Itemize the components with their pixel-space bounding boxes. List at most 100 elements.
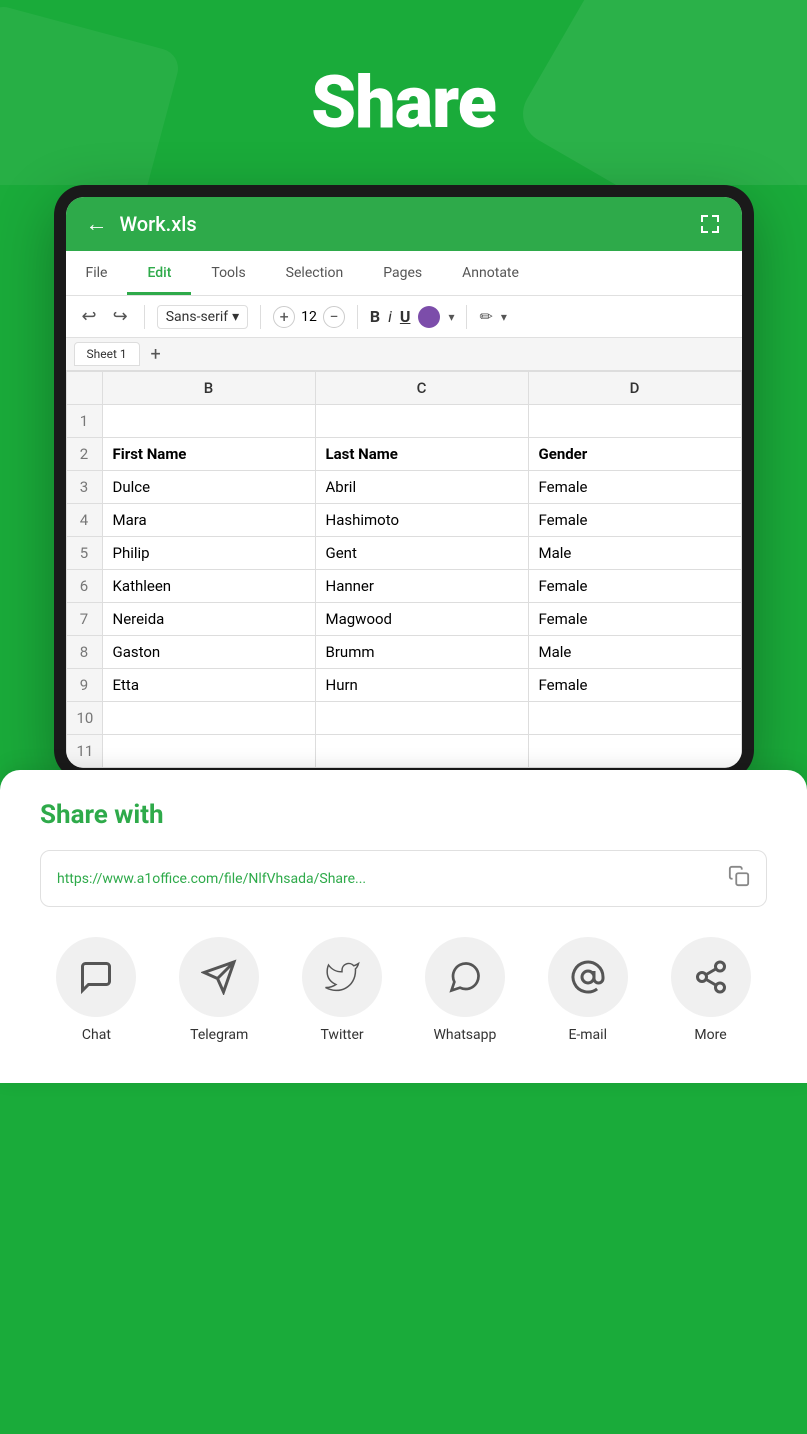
share-with-title: Share with (40, 800, 767, 830)
font-selector[interactable]: Sans-serif ▾ (157, 305, 248, 329)
more-icon (671, 937, 751, 1017)
row-num: 9 (66, 669, 102, 702)
row-num: 11 (66, 735, 102, 768)
table-cell[interactable]: Magwood (315, 603, 528, 636)
table-cell[interactable] (102, 702, 315, 735)
tab-tools[interactable]: Tools (191, 251, 265, 295)
undo-button[interactable]: ↩ (78, 304, 101, 329)
share-app-telegram[interactable]: Telegram (163, 937, 276, 1043)
table-cell[interactable]: First Name (102, 438, 315, 471)
chat-icon-svg (78, 959, 114, 995)
header-area: Share (0, 0, 807, 185)
pen-button[interactable]: ✏ (479, 307, 492, 326)
table-cell[interactable]: Brumm (315, 636, 528, 669)
table-cell[interactable]: Kathleen (102, 570, 315, 603)
table-cell[interactable]: Female (528, 570, 741, 603)
table-cell[interactable] (315, 735, 528, 768)
bold-button[interactable]: B (370, 307, 380, 326)
spreadsheet: B C D 1 2 First Name Last N (66, 371, 742, 768)
table-cell[interactable]: Last Name (315, 438, 528, 471)
table-cell[interactable]: Male (528, 537, 741, 570)
table-cell[interactable] (102, 405, 315, 438)
font-size-decrease[interactable]: − (323, 306, 345, 328)
row-num: 3 (66, 471, 102, 504)
table-cell[interactable]: Female (528, 504, 741, 537)
table-cell[interactable]: Etta (102, 669, 315, 702)
more-icon-svg (693, 959, 729, 995)
text-color-button[interactable] (418, 306, 440, 328)
tablet-screen: ← Work.xls File Edit Tools Selection Pag… (66, 197, 742, 768)
page-title: Share (311, 60, 496, 145)
chat-icon (56, 937, 136, 1017)
table-cell[interactable]: Female (528, 669, 741, 702)
row-num: 6 (66, 570, 102, 603)
app-bar-left: ← Work.xls (86, 211, 197, 237)
tab-file[interactable]: File (66, 251, 128, 295)
tab-annotate[interactable]: Annotate (442, 251, 539, 295)
table-cell[interactable]: Hashimoto (315, 504, 528, 537)
share-panel: Share with https://www.a1office.com/file… (0, 770, 807, 1083)
whatsapp-icon-svg (447, 959, 483, 995)
font-name: Sans-serif (166, 309, 228, 325)
table-row: 6 Kathleen Hanner Female (66, 570, 741, 603)
copy-button[interactable] (728, 865, 750, 892)
pen-dropdown-icon[interactable]: ▾ (501, 310, 507, 324)
toolbar-divider-4 (466, 305, 467, 329)
share-app-more[interactable]: More (654, 937, 767, 1043)
redo-button[interactable]: ↪ (109, 304, 132, 329)
email-label: E-mail (568, 1027, 607, 1043)
color-dropdown-icon[interactable]: ▾ (448, 310, 454, 324)
font-size-value: 12 (301, 309, 317, 325)
table-cell[interactable]: Female (528, 603, 741, 636)
toolbar-divider-3 (357, 305, 358, 329)
row-num: 7 (66, 603, 102, 636)
sheet-tab-1[interactable]: Sheet 1 (74, 342, 140, 366)
share-app-twitter[interactable]: Twitter (286, 937, 399, 1043)
expand-button[interactable] (698, 212, 722, 236)
table-cell[interactable]: Gender (528, 438, 741, 471)
row-num: 5 (66, 537, 102, 570)
tab-selection[interactable]: Selection (266, 251, 364, 295)
table-cell[interactable]: Abril (315, 471, 528, 504)
sheet-tabs: Sheet 1 + (66, 338, 742, 371)
twitter-icon (302, 937, 382, 1017)
add-sheet-button[interactable]: + (144, 342, 168, 366)
table-cell[interactable] (528, 735, 741, 768)
table-cell[interactable]: Male (528, 636, 741, 669)
table-cell[interactable]: Gent (315, 537, 528, 570)
share-app-chat[interactable]: Chat (40, 937, 153, 1043)
row-num: 4 (66, 504, 102, 537)
table-cell[interactable]: Hurn (315, 669, 528, 702)
table-cell[interactable]: Hanner (315, 570, 528, 603)
table-cell[interactable]: Female (528, 471, 741, 504)
table-cell[interactable] (528, 405, 741, 438)
telegram-label: Telegram (190, 1027, 248, 1043)
table-cell[interactable] (315, 405, 528, 438)
table-cell[interactable]: Nereida (102, 603, 315, 636)
table-row: 3 Dulce Abril Female (66, 471, 741, 504)
twitter-icon-svg (324, 959, 360, 995)
table-cell[interactable] (102, 735, 315, 768)
underline-button[interactable]: U (400, 307, 411, 326)
table-cell[interactable] (315, 702, 528, 735)
table-cell[interactable]: Dulce (102, 471, 315, 504)
toolbar: ↩ ↪ Sans-serif ▾ + 12 − B i U ▾ ✏ ▾ (66, 296, 742, 338)
tab-edit[interactable]: Edit (127, 251, 191, 295)
share-app-whatsapp[interactable]: Whatsapp (408, 937, 521, 1043)
share-app-email[interactable]: E-mail (531, 937, 644, 1043)
chat-label: Chat (82, 1027, 111, 1043)
col-header-d: D (528, 372, 741, 405)
table-cell[interactable]: Philip (102, 537, 315, 570)
font-size-control: + 12 − (273, 306, 345, 328)
font-size-increase[interactable]: + (273, 306, 295, 328)
table-cell[interactable]: Gaston (102, 636, 315, 669)
table-cell[interactable]: Mara (102, 504, 315, 537)
tab-pages[interactable]: Pages (363, 251, 442, 295)
back-button[interactable]: ← (86, 211, 108, 237)
table-row: 10 (66, 702, 741, 735)
table-cell[interactable] (528, 702, 741, 735)
corner-header (66, 372, 102, 405)
table-row: 11 (66, 735, 741, 768)
row-num: 1 (66, 405, 102, 438)
italic-button[interactable]: i (388, 307, 392, 326)
